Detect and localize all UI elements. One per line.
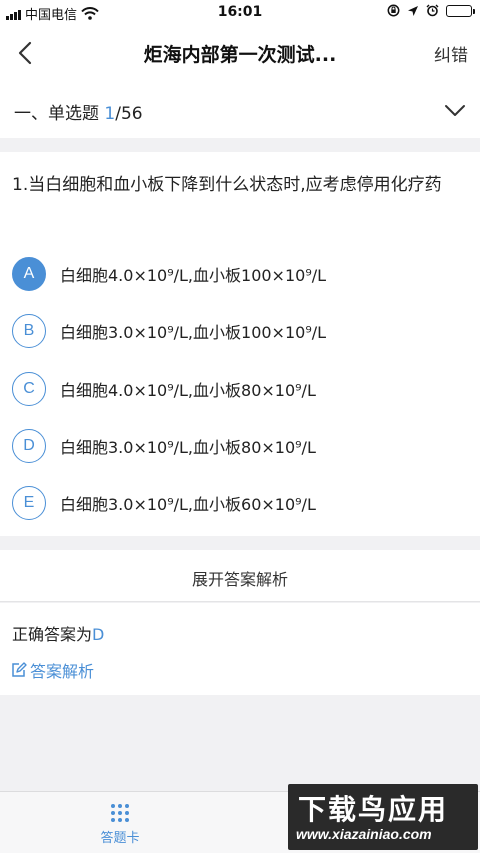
option-c[interactable]: C 白细胞4.0×10⁹/L,血小板80×10⁹/L (12, 370, 316, 408)
answer-analysis-label: 答案解析 (30, 662, 95, 681)
grid-icon (111, 804, 129, 822)
answer-analysis-heading: 答案解析 (10, 658, 94, 682)
option-text: 白细胞4.0×10⁹/L,血小板100×10⁹/L (60, 266, 327, 285)
option-letter: E (12, 486, 46, 520)
option-letter: D (12, 429, 46, 463)
battery-icon (446, 4, 475, 17)
orientation-lock-icon (387, 4, 400, 17)
expand-analysis-label: 展开答案解析 (191, 570, 288, 589)
option-text: 白细胞3.0×10⁹/L,血小板60×10⁹/L (60, 495, 316, 514)
correct-answer-prefix: 正确答案为 (12, 625, 93, 644)
option-text: 白细胞3.0×10⁹/L,血小板80×10⁹/L (60, 438, 316, 457)
alarm-icon (426, 4, 439, 17)
chevron-down-icon[interactable] (444, 100, 466, 120)
section-label: 一、单选题 1/56 (14, 99, 143, 124)
expand-analysis-button[interactable]: 展开答案解析 (0, 550, 480, 602)
question-stem: 1.当白细胞和血小板下降到什么状态时,应考虑停用化疗药 (12, 175, 442, 195)
total-question-count: /56 (115, 104, 143, 124)
nav-bar: 炬海内部第一次测试... 纠错 (0, 24, 480, 82)
watermark-logo: 下载鸟应用 www.xiazainiao.com (288, 784, 478, 850)
answer-card-label: 答题卡 (100, 831, 140, 846)
section-type: 一、单选题 (14, 104, 105, 124)
question-card: 1.当白细胞和血小板下降到什么状态时,应考虑停用化疗药 A 白细胞4.0×10⁹… (0, 152, 480, 536)
report-error-button[interactable]: 纠错 (434, 41, 468, 66)
correct-answer: 正确答案为D (12, 621, 104, 645)
current-question-number: 1 (104, 104, 116, 124)
option-text: 白细胞3.0×10⁹/L,血小板100×10⁹/L (60, 323, 327, 342)
option-b[interactable]: B 白细胞3.0×10⁹/L,血小板100×10⁹/L (12, 312, 326, 350)
page-title: 炬海内部第一次测试... (143, 44, 337, 66)
correct-answer-value: D (92, 625, 105, 644)
location-icon (408, 5, 418, 16)
watermark-title: 下载鸟应用 (298, 794, 449, 825)
watermark-url: www.xiazainiao.com (296, 826, 432, 842)
edit-note-icon (12, 662, 27, 677)
answer-card-button[interactable]: 答题卡 (80, 800, 160, 850)
option-text: 白细胞4.0×10⁹/L,血小板80×10⁹/L (60, 381, 316, 400)
answer-card: 正确答案为D 答案解析 (0, 603, 480, 695)
status-bar: 中国电信 16:01 (0, 0, 480, 24)
option-a[interactable]: A 白细胞4.0×10⁹/L,血小板100×10⁹/L (12, 255, 326, 293)
question-section-header[interactable]: 一、单选题 1/56 (0, 82, 480, 138)
option-letter: B (12, 314, 46, 348)
status-right (387, 4, 475, 17)
option-letter: C (12, 372, 46, 406)
option-e[interactable]: E 白细胞3.0×10⁹/L,血小板60×10⁹/L (12, 484, 316, 522)
option-letter: A (12, 257, 46, 291)
back-arrow-icon[interactable] (12, 38, 42, 68)
option-d[interactable]: D 白细胞3.0×10⁹/L,血小板80×10⁹/L (12, 427, 316, 465)
